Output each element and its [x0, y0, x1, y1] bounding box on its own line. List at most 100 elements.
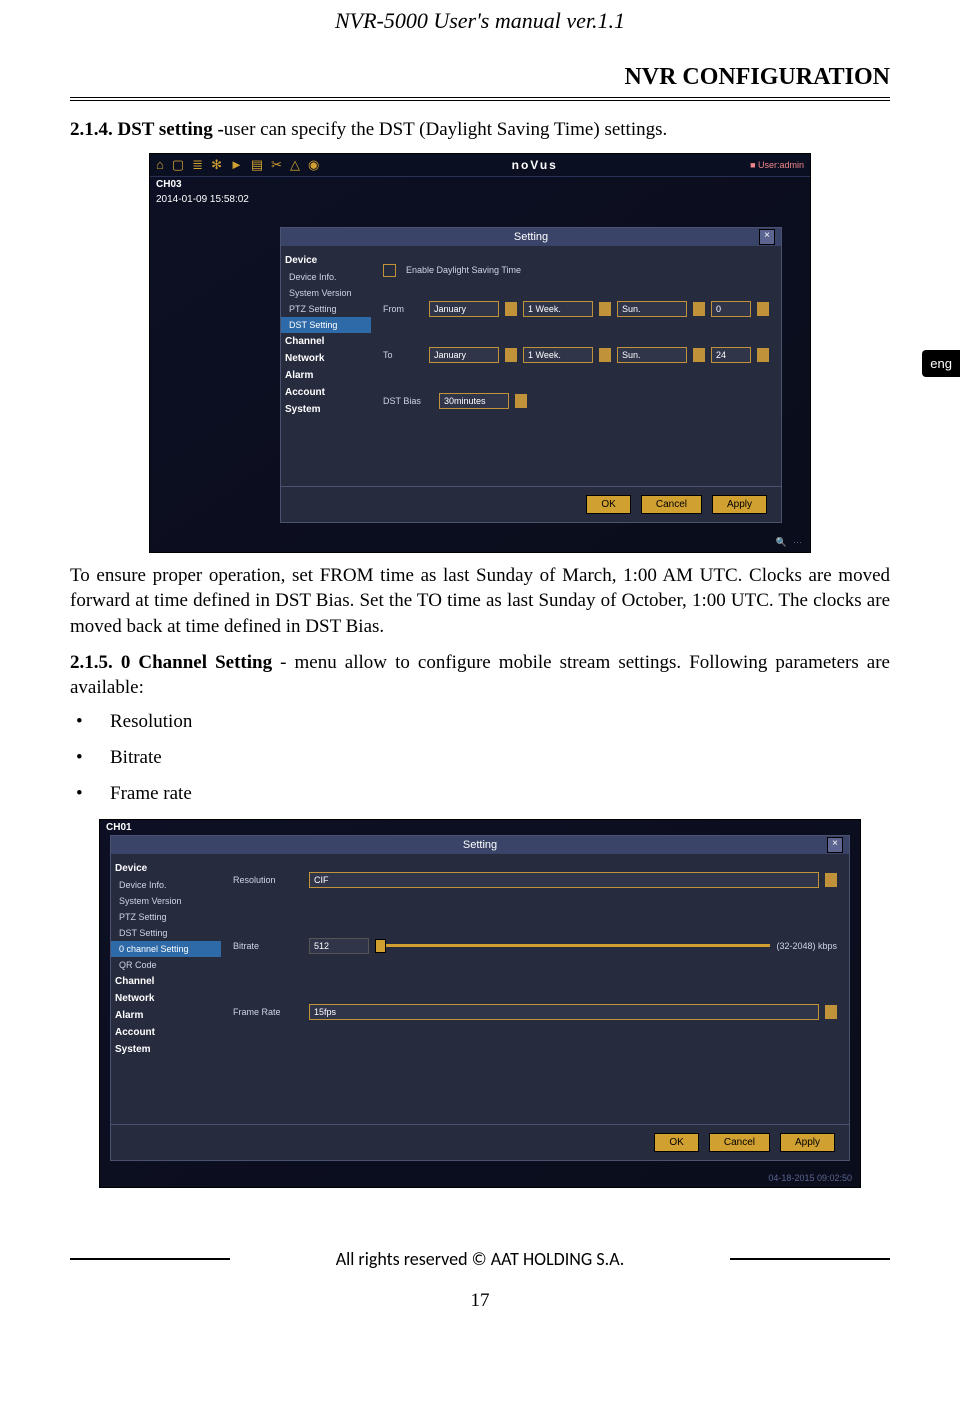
search-icon[interactable]: 🔍 — [776, 537, 787, 548]
clapper-icon[interactable]: ✂ — [271, 158, 282, 171]
sidebar-cat-device[interactable]: Device — [111, 860, 221, 877]
resolution-label: Resolution — [233, 875, 303, 885]
dropdown-icon[interactable] — [757, 302, 769, 316]
cancel-button[interactable]: Cancel — [641, 495, 702, 514]
sidebar-item[interactable]: DST Setting — [111, 925, 221, 941]
dropdown-icon[interactable] — [825, 873, 837, 887]
sidebar-item[interactable]: Device Info. — [111, 877, 221, 893]
list-item: Frame rate — [70, 783, 890, 805]
to-label: To — [383, 350, 423, 360]
para-after-shot1: To ensure proper operation, set FROM tim… — [70, 563, 890, 640]
sidebar-cat[interactable]: Channel — [281, 333, 371, 350]
dropdown-icon[interactable] — [693, 348, 705, 362]
toolbar: ⌂ ▢ ≣ ✻ ► ▤ ✂ △ ◉ noVus ■ User:admin — [150, 154, 810, 177]
info-icon[interactable]: ⋯ — [793, 537, 802, 548]
dropdown-icon[interactable] — [599, 348, 611, 362]
screenshot-dst: ⌂ ▢ ≣ ✻ ► ▤ ✂ △ ◉ noVus ■ User:admin CH0… — [149, 153, 811, 553]
sidebar-item[interactable]: Device Info. — [281, 269, 371, 285]
close-icon[interactable]: × — [759, 229, 775, 245]
list-item: Bitrate — [70, 747, 890, 769]
sidebar-item-selected[interactable]: DST Setting — [281, 317, 371, 333]
sidebar-item[interactable]: QR Code — [111, 957, 221, 973]
screenshot-channel: CH01 Setting × Device Device Info. Syste… — [99, 819, 861, 1188]
dropdown-icon[interactable] — [693, 302, 705, 316]
ok-button[interactable]: OK — [654, 1133, 698, 1152]
sidebar-cat[interactable]: Network — [281, 350, 371, 367]
gear-icon[interactable]: ✻ — [211, 158, 222, 171]
sidebar-item-selected[interactable]: 0 channel Setting — [111, 941, 221, 957]
dropdown-icon[interactable] — [505, 348, 517, 362]
from-hour[interactable]: 0 — [711, 301, 751, 317]
from-month[interactable]: January — [429, 301, 499, 317]
sidebar-cat[interactable]: System — [111, 1041, 221, 1058]
rule — [70, 97, 890, 101]
bitrate-input[interactable]: 512 — [309, 938, 369, 954]
from-week[interactable]: 1 Week. — [523, 301, 593, 317]
footer-text: All rights reserved © AAT HOLDING S.A. — [250, 1248, 710, 1270]
bitrate-label: Bitrate — [233, 941, 303, 951]
dst-enable-label: Enable Daylight Saving Time — [406, 265, 521, 275]
sidebar-cat[interactable]: Alarm — [111, 1007, 221, 1024]
to-day[interactable]: Sun. — [617, 347, 687, 363]
dropdown-icon[interactable] — [505, 302, 517, 316]
dialog-title: Setting × — [281, 228, 781, 246]
dialog-sidebar: Device Device Info. System Version PTZ S… — [281, 246, 371, 486]
bitrate-range: (32-2048) kbps — [776, 941, 837, 951]
monitor-icon[interactable]: ▢ — [172, 158, 184, 171]
statusbar: 04-18-2015 09:02:50 — [100, 1169, 860, 1187]
sidebar-cat-device[interactable]: Device — [281, 252, 371, 269]
to-hour[interactable]: 24 — [711, 347, 751, 363]
settings-dialog: Setting × Device Device Info. System Ver… — [110, 835, 850, 1161]
dialog-panel: Enable Daylight Saving Time From January… — [371, 246, 781, 486]
doc-header: NVR-5000 User's manual ver.1.1 — [70, 0, 890, 34]
sidebar-cat[interactable]: Alarm — [281, 367, 371, 384]
settings-dialog: Setting × Device Device Info. System Ver… — [280, 227, 782, 523]
stack-icon[interactable]: ≣ — [192, 158, 203, 171]
dropdown-icon[interactable] — [757, 348, 769, 362]
sidebar-item[interactable]: PTZ Setting — [111, 909, 221, 925]
footer: All rights reserved © AAT HOLDING S.A. — [70, 1248, 890, 1270]
dropdown-icon[interactable] — [599, 302, 611, 316]
to-week[interactable]: 1 Week. — [523, 347, 593, 363]
alert-icon[interactable]: △ — [290, 158, 300, 171]
section-title: NVR CONFIGURATION — [70, 64, 890, 91]
slider-thumb[interactable] — [375, 939, 386, 953]
statusbar: 🔍 ⋯ — [150, 533, 810, 552]
dialog-buttons: OK Cancel Apply — [111, 1124, 849, 1160]
sidebar-item[interactable]: System Version — [281, 285, 371, 301]
apply-button[interactable]: Apply — [712, 495, 767, 514]
sidebar-cat[interactable]: Account — [111, 1024, 221, 1041]
from-day[interactable]: Sun. — [617, 301, 687, 317]
framerate-value[interactable]: 15fps — [309, 1004, 819, 1020]
cancel-button[interactable]: Cancel — [709, 1133, 770, 1152]
dropdown-icon[interactable] — [515, 394, 527, 408]
sidebar-cat[interactable]: System — [281, 401, 371, 418]
page-number: 17 — [70, 1290, 890, 1312]
close-icon[interactable]: × — [827, 837, 843, 853]
sidebar-cat[interactable]: Account — [281, 384, 371, 401]
sec-214-bold: 2.1.4. DST setting - — [70, 119, 224, 140]
dst-enable-checkbox[interactable] — [383, 264, 396, 277]
apply-button[interactable]: Apply — [780, 1133, 835, 1152]
language-tab[interactable]: eng — [922, 350, 960, 377]
ok-button[interactable]: OK — [586, 495, 630, 514]
bias-value[interactable]: 30minutes — [439, 393, 509, 409]
sec-214-heading: 2.1.4. DST setting -user can specify the… — [70, 117, 890, 143]
sidebar-cat[interactable]: Network — [111, 990, 221, 1007]
sidebar-cat[interactable]: Channel — [111, 973, 221, 990]
dialog-panel: Resolution CIF Bitrate 512 (32-2048) kbp… — [221, 854, 849, 1124]
dropdown-icon[interactable] — [825, 1005, 837, 1019]
camera-icon[interactable]: ◉ — [308, 158, 319, 171]
sec-214-rest: user can specify the DST (Daylight Savin… — [224, 119, 667, 140]
save-icon[interactable]: ▤ — [251, 158, 263, 171]
sidebar-item[interactable]: System Version — [111, 893, 221, 909]
play-icon[interactable]: ► — [230, 158, 243, 171]
dialog-sidebar: Device Device Info. System Version PTZ S… — [111, 854, 221, 1124]
channel-timestamp: 2014-01-09 15:58:02 — [150, 192, 810, 207]
sidebar-item[interactable]: PTZ Setting — [281, 301, 371, 317]
home-icon[interactable]: ⌂ — [156, 158, 164, 171]
to-month[interactable]: January — [429, 347, 499, 363]
resolution-value[interactable]: CIF — [309, 872, 819, 888]
from-label: From — [383, 304, 423, 314]
bitrate-slider[interactable] — [375, 944, 770, 947]
